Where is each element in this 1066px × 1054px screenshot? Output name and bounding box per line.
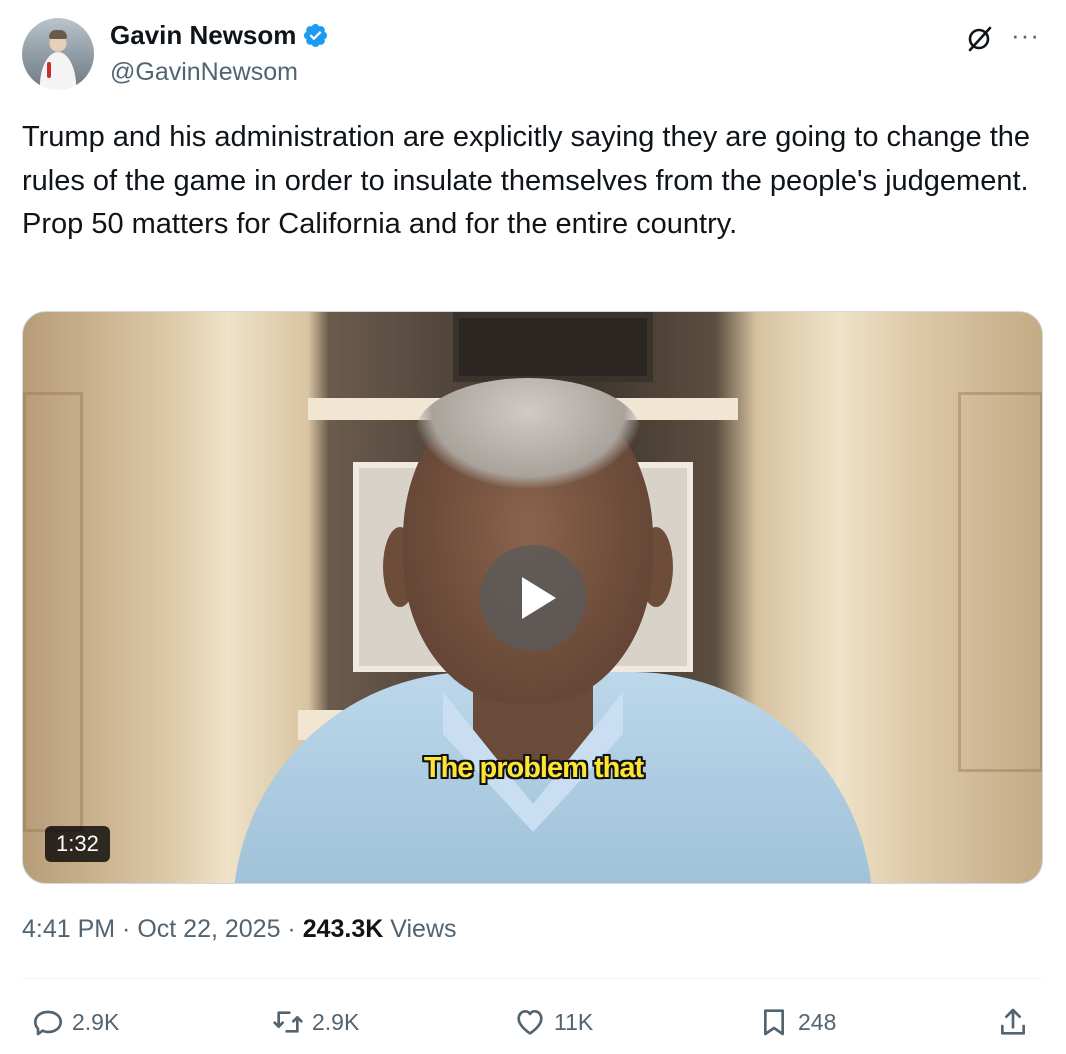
bookmark-button[interactable]: 248 (758, 1002, 836, 1042)
avatar-hair (49, 30, 67, 39)
right-door-panel (958, 392, 1042, 772)
play-icon[interactable] (480, 545, 586, 651)
tweet-text: Trump and his administration are explici… (22, 121, 1031, 240)
author-handle[interactable]: @GavinNewsom (110, 58, 298, 87)
views-label: Views (390, 915, 457, 943)
action-bar: 2.9K 2.9K 11K 248 (22, 1002, 1042, 1046)
like-button[interactable]: 11K (514, 1002, 593, 1042)
author-name[interactable]: Gavin Newsom (110, 20, 296, 51)
bookmark-count: 248 (798, 1008, 837, 1035)
avatar-microphone (47, 62, 51, 78)
share-icon (1001, 1008, 1025, 1035)
tweet-time[interactable]: 4:41 PM (22, 915, 115, 943)
verified-badge-icon (304, 23, 328, 48)
divider (22, 978, 1042, 979)
more-options-icon[interactable]: ··· (1011, 20, 1040, 50)
bookmark-icon (764, 1009, 784, 1036)
reply-icon (34, 1010, 62, 1036)
author-avatar[interactable] (22, 18, 94, 90)
share-button[interactable] (997, 1002, 1029, 1042)
retweet-button[interactable]: 2.9K (272, 1002, 359, 1042)
like-icon (517, 1010, 543, 1035)
video-caption: The problem that (423, 752, 644, 784)
like-count: 11K (554, 1008, 594, 1035)
author-name-row: Gavin Newsom (110, 20, 329, 51)
photo-frame-top (453, 312, 653, 382)
grok-icon[interactable] (964, 24, 994, 54)
retweet-count: 2.9K (312, 1008, 360, 1035)
reply-count: 2.9K (72, 1008, 120, 1035)
person-hair (415, 378, 641, 488)
meta-separator: · (280, 915, 303, 943)
views-count: 243.3K (302, 915, 384, 943)
reply-button[interactable]: 2.9K (32, 1002, 119, 1042)
tweet-date[interactable]: Oct 22, 2025 (137, 915, 280, 943)
video-duration-badge: 1:32 (45, 826, 110, 862)
retweet-icon (273, 1011, 303, 1033)
video-player[interactable]: The problem that 1:32 (22, 311, 1043, 884)
tweet-meta: 4:41 PM · Oct 22, 2025 · 243.3K Views (22, 915, 457, 944)
tweet-header: Gavin Newsom @GavinNewsom ··· (22, 18, 1044, 92)
meta-separator: · (115, 915, 138, 943)
